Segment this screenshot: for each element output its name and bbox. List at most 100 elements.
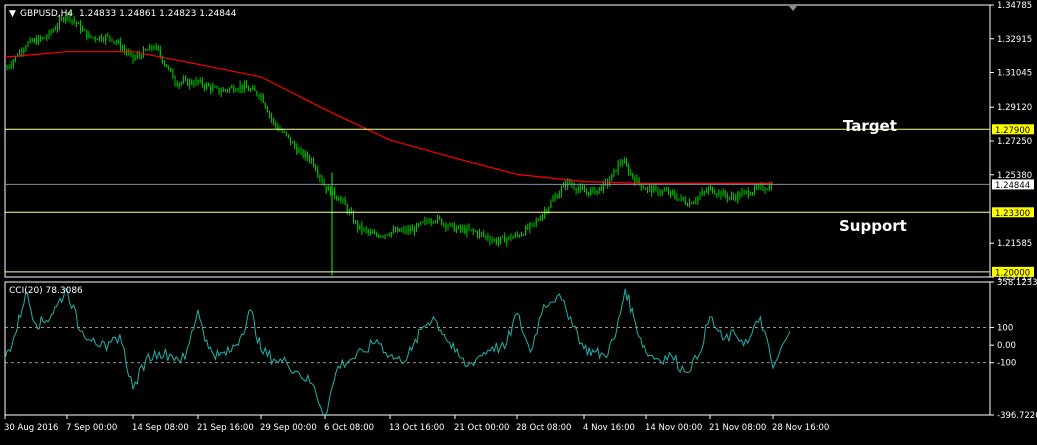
candle-body: [8, 66, 10, 68]
candle-body: [46, 37, 48, 39]
candle-body: [615, 169, 617, 172]
candle-body: [762, 185, 764, 191]
candle-body: [516, 234, 518, 236]
time-tick-label: 21 Oct 00:00: [454, 423, 509, 433]
candle-body: [248, 88, 249, 91]
candle-body: [735, 197, 737, 200]
candle-body: [231, 86, 233, 89]
candle-body: [117, 41, 119, 43]
candle-body: [749, 194, 751, 196]
price-tick-label: 1.27250: [997, 137, 1032, 147]
candle-body: [48, 30, 50, 38]
candle-body: [338, 198, 340, 201]
candle-body: [214, 86, 216, 88]
candle-body: [290, 136, 291, 143]
candle-body: [287, 134, 289, 137]
menu-arrow-icon[interactable]: ▼: [9, 9, 16, 19]
candle-body: [80, 23, 81, 31]
candle-body: [512, 236, 514, 239]
candle-body: [185, 79, 186, 81]
candle-body: [392, 229, 394, 232]
candle-body: [500, 236, 501, 241]
current-price-label: 1.24844: [995, 181, 1030, 191]
candle-body: [210, 86, 212, 91]
candle-body: [558, 193, 560, 199]
candle-body: [523, 234, 525, 236]
candle-body: [619, 162, 621, 164]
candle-body: [256, 90, 258, 96]
candle-body: [176, 82, 178, 86]
candle-body: [298, 150, 300, 153]
candle-body: [644, 188, 646, 190]
candle-body: [92, 37, 94, 39]
candle-body: [432, 221, 434, 223]
candle-body: [29, 39, 31, 43]
candle-body: [504, 236, 506, 243]
level-tag-label: 1.27900: [995, 126, 1030, 136]
time-tick-label: 30 Aug 2016: [4, 423, 58, 433]
candle-body: [672, 191, 674, 194]
candle-body: [401, 230, 403, 232]
candle-body: [75, 21, 77, 24]
candle-body: [470, 229, 472, 231]
candle-body: [103, 40, 105, 42]
candle-body: [695, 200, 697, 203]
candle-body: [642, 187, 644, 189]
price-tick-label: 1.32915: [997, 35, 1032, 45]
candle-body: [445, 223, 447, 228]
candle-body: [31, 39, 33, 42]
candle-body: [6, 67, 8, 70]
candle-body: [357, 221, 359, 229]
candle-body: [628, 165, 630, 174]
candle-body: [621, 162, 623, 164]
candle-body: [575, 188, 577, 191]
trading-chart[interactable]: 1.34785 1.32915 1.31045 1.29120 1.27250 1.253…: [0, 0, 1037, 441]
candle-body: [479, 232, 480, 236]
candle-body: [584, 189, 585, 193]
candle-body: [699, 194, 701, 197]
candle-body: [460, 226, 462, 230]
chart-canvas[interactable]: 1.34785 1.32915 1.31045 1.29120 1.27250 1.253…: [0, 0, 1037, 441]
candle-body: [229, 88, 231, 91]
candle-body: [203, 85, 205, 88]
candle-body: [109, 35, 111, 39]
candle-body: [701, 191, 703, 195]
candle-body: [474, 231, 476, 233]
candle-body: [342, 198, 344, 200]
candle-body: [684, 199, 686, 204]
candle-body: [670, 191, 672, 194]
candle-body: [724, 191, 726, 196]
candle-body: [340, 198, 342, 201]
candle-body: [420, 222, 422, 225]
candle-body: [376, 233, 378, 236]
time-tick-label: 14 Nov 00:00: [645, 423, 702, 433]
candle-body: [315, 165, 317, 171]
candle-body: [281, 130, 283, 133]
candle-body: [237, 89, 239, 91]
candle-body: [760, 185, 762, 187]
candle-body: [466, 227, 468, 234]
candle-body: [722, 191, 724, 197]
time-tick-label: 28 Oct 08:00: [516, 423, 571, 433]
time-tick-label: 21 Sep 16:00: [197, 423, 254, 433]
candle-body: [365, 228, 367, 231]
candle-body: [542, 214, 543, 220]
candle-body: [380, 236, 382, 238]
candle-body: [336, 196, 338, 199]
candle-body: [548, 207, 550, 212]
candle-body: [371, 232, 373, 234]
candle-body: [668, 190, 669, 194]
candle-body: [554, 196, 556, 200]
candle-body: [653, 186, 655, 193]
candle-body: [101, 36, 102, 41]
candle-body: [218, 87, 220, 94]
time-tick-label: 29 Sep 00:00: [260, 423, 317, 433]
candle-body: [638, 178, 640, 184]
candle-body: [54, 28, 56, 30]
candle-body: [27, 42, 29, 47]
cci-tick-label: 100: [997, 323, 1013, 333]
candle-body: [743, 191, 745, 193]
price-tick-label: 1.34785: [997, 1, 1032, 11]
candle-body: [497, 240, 499, 244]
candle-body: [756, 186, 758, 188]
